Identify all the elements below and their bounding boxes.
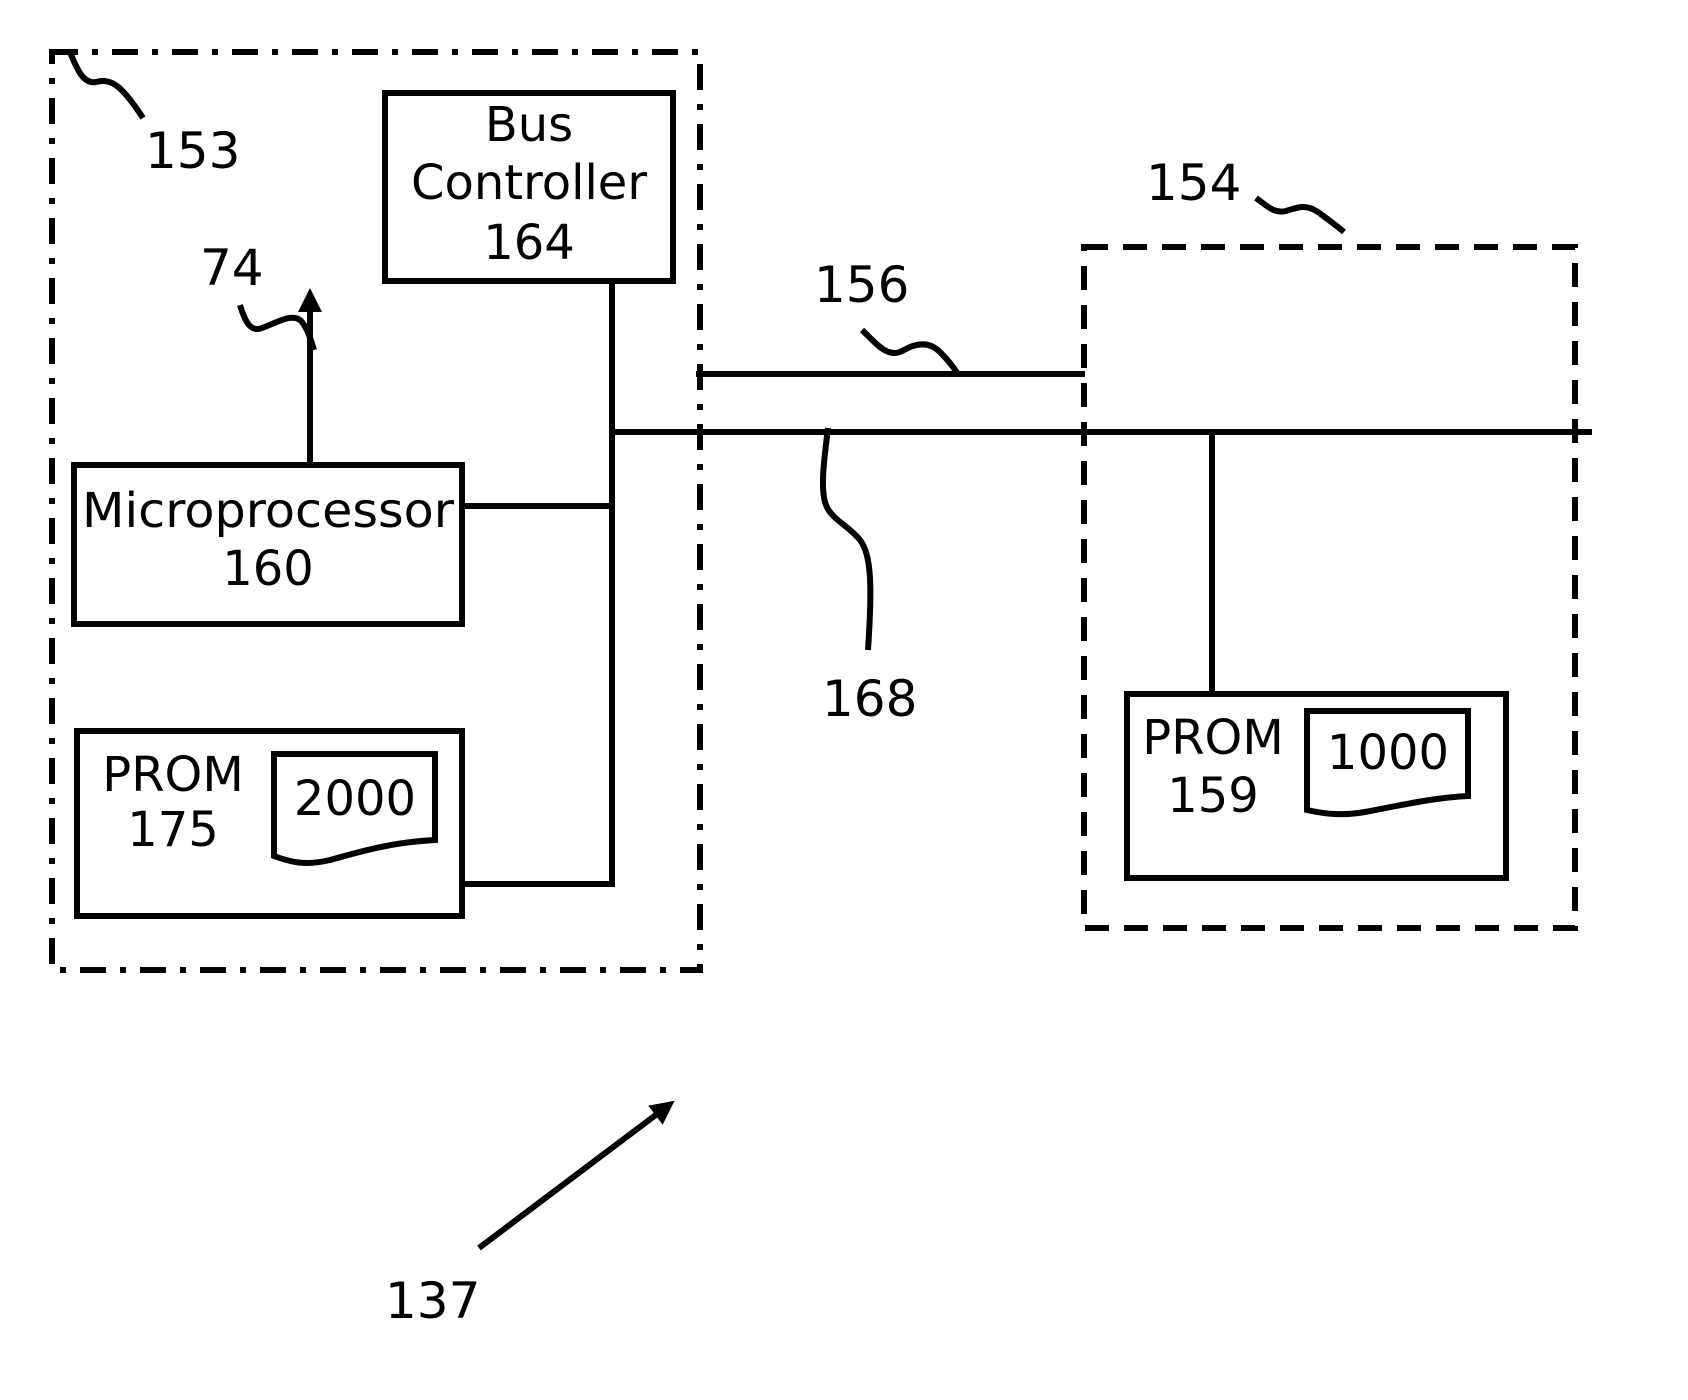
microprocessor-ref: 160 [222,541,314,597]
prom-175-ref: 175 [127,802,219,858]
prom-159-ref: 159 [1167,768,1259,824]
block-diagram: 153 Bus Controller 164 74 Microprocessor… [49,49,1592,1330]
output-74-leader [237,304,317,351]
system-137-ref: 137 [385,1272,480,1330]
bus-controller-ref: 164 [483,215,575,271]
document-2000-label: 2000 [294,771,416,827]
bus-168-ref: 168 [822,670,917,728]
line-156-ref: 156 [814,256,909,314]
module-153-ref: 153 [145,122,240,180]
prom-159-label: PROM [1142,710,1284,766]
microprocessor-block[interactable]: Microprocessor 160 [71,462,465,627]
system-137-arrow [477,1100,675,1251]
microprocessor-label: Microprocessor [82,483,454,539]
bus-controller-label-1: Bus [485,97,573,153]
bus-controller-label-2: Controller [411,155,647,211]
module-154-leader [1254,195,1346,235]
bus-controller-block[interactable]: Bus Controller 164 [382,90,676,284]
document-1000-label: 1000 [1327,725,1449,781]
prom-175-label: PROM [102,747,244,803]
module-154-ref: 154 [1146,154,1241,212]
module-153-leader [67,50,146,120]
bus-168-leader [819,427,874,651]
prom-175-block[interactable]: PROM 175 2000 [74,728,465,919]
line-156-leader [859,327,961,376]
prom-159-block[interactable]: PROM 159 1000 [1124,691,1509,881]
output-74-ref: 74 [200,239,264,297]
document-1000[interactable]: 1000 [1304,708,1471,818]
